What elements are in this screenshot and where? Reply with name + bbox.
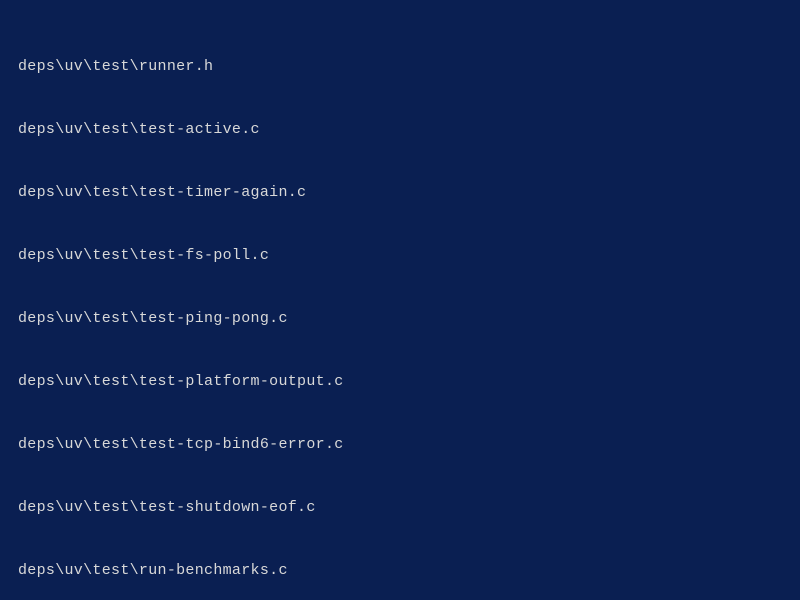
output-line: deps\uv\test\test-platform-output.c (18, 371, 782, 392)
output-line: deps\uv\test\runner.h (18, 56, 782, 77)
terminal-pane[interactable]: deps\uv\test\runner.h deps\uv\test\test-… (0, 0, 800, 600)
output-line: deps\uv\test\test-active.c (18, 119, 782, 140)
output-line: deps\uv\test\test-shutdown-eof.c (18, 497, 782, 518)
output-line: deps\uv\test\run-benchmarks.c (18, 560, 782, 581)
output-line: deps\uv\test\test-ping-pong.c (18, 308, 782, 329)
output-line: deps\uv\test\test-tcp-bind6-error.c (18, 434, 782, 455)
output-line: deps\uv\test\test-fs-poll.c (18, 245, 782, 266)
output-line: deps\uv\test\test-timer-again.c (18, 182, 782, 203)
